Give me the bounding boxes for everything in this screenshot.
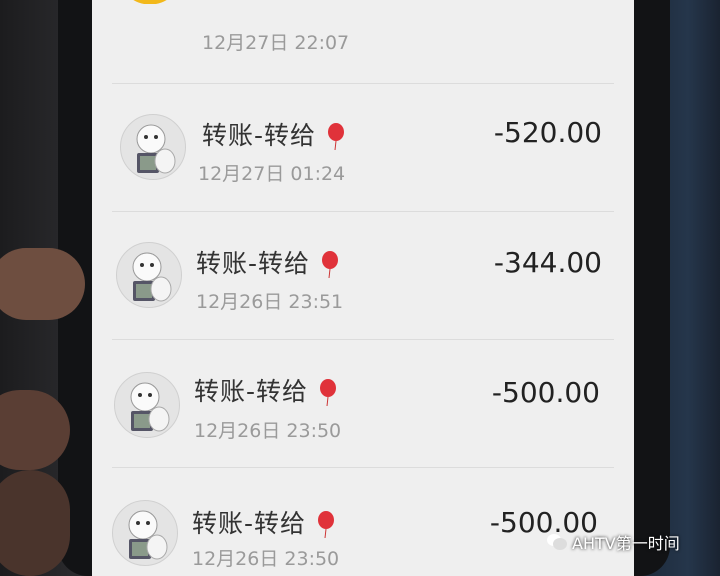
balloon-icon <box>321 251 338 279</box>
transaction-time: 12月27日 01:24 <box>198 163 346 185</box>
transaction-title: 转账-转给 <box>202 116 345 152</box>
transaction-title: 转账-转给 <box>194 372 337 408</box>
list-item[interactable]: 转账-转给 12月26日 23:50 -500.00 <box>92 340 634 468</box>
watermark-text: AHTV第一时间 <box>572 534 680 553</box>
avatar-icon <box>136 124 176 174</box>
transaction-title: 转账-转给 <box>196 244 339 280</box>
avatar <box>112 500 178 566</box>
transaction-amount: -500.00 <box>491 376 600 409</box>
check-icon <box>133 0 167 4</box>
balloon-icon <box>319 379 336 407</box>
balloon-icon <box>317 511 334 539</box>
list-item[interactable]: 转账-转给 12月26日 23:50 -500.00 <box>92 468 634 576</box>
transaction-list-screen[interactable]: 12月27日 22:07 转账-转给 12月27日 01:24 -520.00 <box>92 0 634 576</box>
list-item[interactable]: 转账-转给 12月27日 01:24 -520.00 <box>92 84 634 212</box>
avatar <box>116 242 182 308</box>
transaction-title-text: 转账-转给 <box>196 249 311 278</box>
avatar-icon <box>128 510 168 560</box>
transaction-title: 转账-转给 <box>192 504 335 540</box>
avatar <box>120 114 186 180</box>
finger <box>0 248 85 320</box>
transaction-title-text: 转账-转给 <box>202 121 317 150</box>
balloon-icon <box>327 123 344 151</box>
watermark: AHTV第一时间 <box>546 530 680 554</box>
transaction-time: 12月26日 23:50 <box>194 420 342 442</box>
avatar <box>114 372 180 438</box>
transaction-title-text: 转账-转给 <box>192 509 307 538</box>
avatar-icon <box>132 252 172 302</box>
transaction-title-text: 转账-转给 <box>194 377 309 406</box>
wechat-icon <box>547 534 567 550</box>
list-item[interactable]: 转账-转给 12月26日 23:51 -344.00 <box>92 212 634 340</box>
transaction-time: 12月27日 22:07 <box>202 32 350 54</box>
transaction-amount: -520.00 <box>493 116 602 149</box>
list-item[interactable]: 12月27日 22:07 <box>92 0 634 84</box>
finger <box>0 470 70 576</box>
transaction-amount: -344.00 <box>493 246 602 279</box>
avatar-icon <box>130 382 170 432</box>
transaction-time: 12月26日 23:50 <box>192 548 340 570</box>
transaction-time: 12月26日 23:51 <box>196 291 344 313</box>
